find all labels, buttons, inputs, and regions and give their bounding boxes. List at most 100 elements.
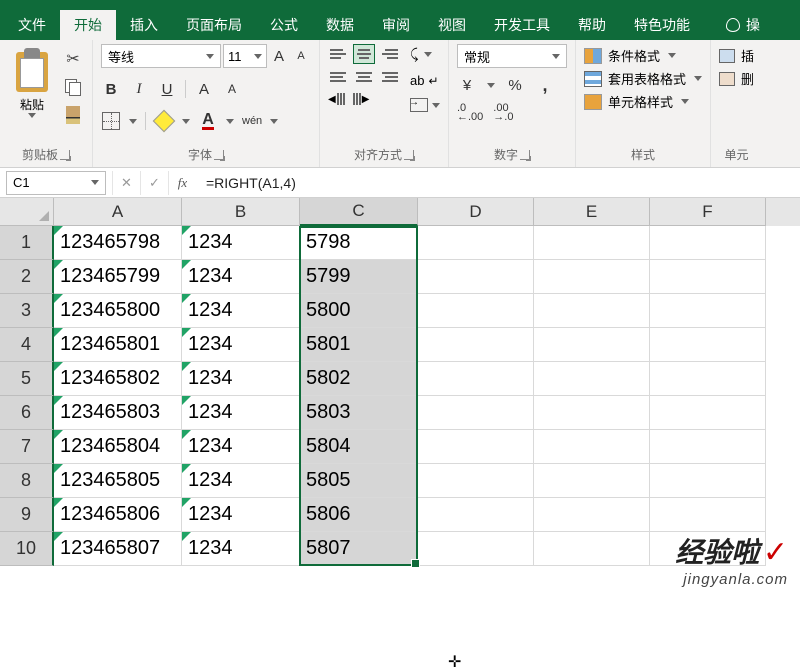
cell[interactable]: 5802 <box>300 362 418 396</box>
caret-down-icon[interactable] <box>182 119 190 124</box>
tell-me[interactable]: 操 <box>712 10 774 40</box>
align-top-center[interactable] <box>353 44 375 64</box>
insert-function-button[interactable]: fx <box>168 171 196 195</box>
format-painter-button[interactable] <box>62 104 84 126</box>
cancel-button[interactable]: ✕ <box>112 171 140 195</box>
conditional-formatting-button[interactable]: 条件格式 <box>584 46 702 65</box>
cell[interactable] <box>534 464 650 498</box>
cell[interactable]: 123465800 <box>54 294 182 328</box>
caret-down-icon[interactable] <box>487 83 495 88</box>
align-launcher[interactable] <box>404 150 414 160</box>
tab-view[interactable]: 视图 <box>424 10 480 40</box>
decrease-indent-button[interactable]: ◀ <box>328 93 345 105</box>
confirm-button[interactable]: ✓ <box>140 171 168 195</box>
cell[interactable]: 123465803 <box>54 396 182 430</box>
number-launcher[interactable] <box>520 150 530 160</box>
cell-styles-button[interactable]: 单元格样式 <box>584 92 702 111</box>
cell[interactable] <box>534 226 650 260</box>
align-mid-center[interactable] <box>353 67 375 87</box>
align-top-left[interactable] <box>328 44 350 64</box>
cell[interactable]: 123465801 <box>54 328 182 362</box>
col-header-c[interactable]: C <box>300 198 418 226</box>
cell[interactable] <box>534 498 650 532</box>
clipboard-launcher[interactable] <box>60 150 70 160</box>
cell[interactable]: 5805 <box>300 464 418 498</box>
cell[interactable]: 5800 <box>300 294 418 328</box>
cell[interactable]: 5806 <box>300 498 418 532</box>
tab-help[interactable]: 帮助 <box>564 10 620 40</box>
col-header-f[interactable]: F <box>650 198 766 226</box>
cell[interactable] <box>650 464 766 498</box>
cell[interactable]: 1234 <box>182 396 300 430</box>
cell[interactable]: 1234 <box>182 260 300 294</box>
cell[interactable] <box>418 464 534 498</box>
row-header[interactable]: 9 <box>0 498 54 532</box>
cell[interactable]: 1234 <box>182 498 300 532</box>
cell[interactable] <box>418 362 534 396</box>
border-button[interactable] <box>101 110 121 132</box>
cell[interactable]: 5803 <box>300 396 418 430</box>
cell[interactable]: 123465807 <box>54 532 182 566</box>
row-header[interactable]: 7 <box>0 430 54 464</box>
shrink-font-button[interactable]: A <box>291 45 311 67</box>
underline-button[interactable]: U <box>157 78 177 100</box>
percent-button[interactable] <box>505 74 525 96</box>
italic-button[interactable]: I <box>129 78 149 100</box>
col-header-b[interactable]: B <box>182 198 300 226</box>
col-header-e[interactable]: E <box>534 198 650 226</box>
tab-insert[interactable]: 插入 <box>116 10 172 40</box>
align-top-right[interactable] <box>378 44 400 64</box>
row-header[interactable]: 2 <box>0 260 54 294</box>
col-header-d[interactable]: D <box>418 198 534 226</box>
currency-button[interactable]: ¥ <box>457 74 477 96</box>
row-header[interactable]: 5 <box>0 362 54 396</box>
font-launcher[interactable] <box>214 150 224 160</box>
cell[interactable] <box>650 226 766 260</box>
cell[interactable] <box>418 260 534 294</box>
cell[interactable] <box>650 362 766 396</box>
cell[interactable] <box>418 498 534 532</box>
row-header[interactable]: 8 <box>0 464 54 498</box>
cell[interactable] <box>650 260 766 294</box>
tab-data[interactable]: 数据 <box>312 10 368 40</box>
cell[interactable] <box>650 294 766 328</box>
tab-formulas[interactable]: 公式 <box>256 10 312 40</box>
cell[interactable]: 1234 <box>182 226 300 260</box>
row-header[interactable]: 10 <box>0 532 54 566</box>
cell[interactable] <box>418 430 534 464</box>
tab-special[interactable]: 特色功能 <box>620 10 704 40</box>
cell[interactable] <box>418 396 534 430</box>
caret-down-icon[interactable] <box>129 119 137 124</box>
cell[interactable]: 1234 <box>182 430 300 464</box>
cell[interactable]: 1234 <box>182 294 300 328</box>
font-alt-a-button[interactable]: A <box>194 78 214 100</box>
tab-page-layout[interactable]: 页面布局 <box>172 10 256 40</box>
col-header-a[interactable]: A <box>54 198 182 226</box>
wrap-text-button[interactable]: ab ↵ <box>410 73 440 88</box>
font-size-combo[interactable]: 11 <box>223 44 267 68</box>
row-header[interactable]: 4 <box>0 328 54 362</box>
cell[interactable]: 5801 <box>300 328 418 362</box>
name-box[interactable]: C1 <box>6 171 106 195</box>
cell[interactable]: 1234 <box>182 328 300 362</box>
cell[interactable] <box>534 532 650 566</box>
cell[interactable] <box>418 294 534 328</box>
bold-button[interactable]: B <box>101 78 121 100</box>
decrease-decimal-button[interactable]: .00→.0 <box>493 102 513 124</box>
copy-button[interactable] <box>62 76 84 98</box>
font-name-combo[interactable]: 等线 <box>101 44 221 68</box>
cell[interactable] <box>534 396 650 430</box>
cut-button[interactable] <box>62 48 84 70</box>
cell[interactable]: 123465798 <box>54 226 182 260</box>
increase-decimal-button[interactable]: .0←.00 <box>457 102 483 124</box>
format-as-table-button[interactable]: 套用表格格式 <box>584 69 702 88</box>
cell[interactable]: 5799 <box>300 260 418 294</box>
tab-home[interactable]: 开始 <box>60 10 116 40</box>
number-format-combo[interactable]: 常规 <box>457 44 567 68</box>
phonetic-button[interactable]: wén <box>242 110 262 132</box>
cell[interactable]: 123465799 <box>54 260 182 294</box>
formula-input[interactable]: =RIGHT(A1,4) <box>196 175 800 191</box>
select-all-corner[interactable] <box>0 198 54 226</box>
grow-font-button[interactable]: A <box>269 45 289 67</box>
cell[interactable]: 5798 <box>300 226 418 260</box>
